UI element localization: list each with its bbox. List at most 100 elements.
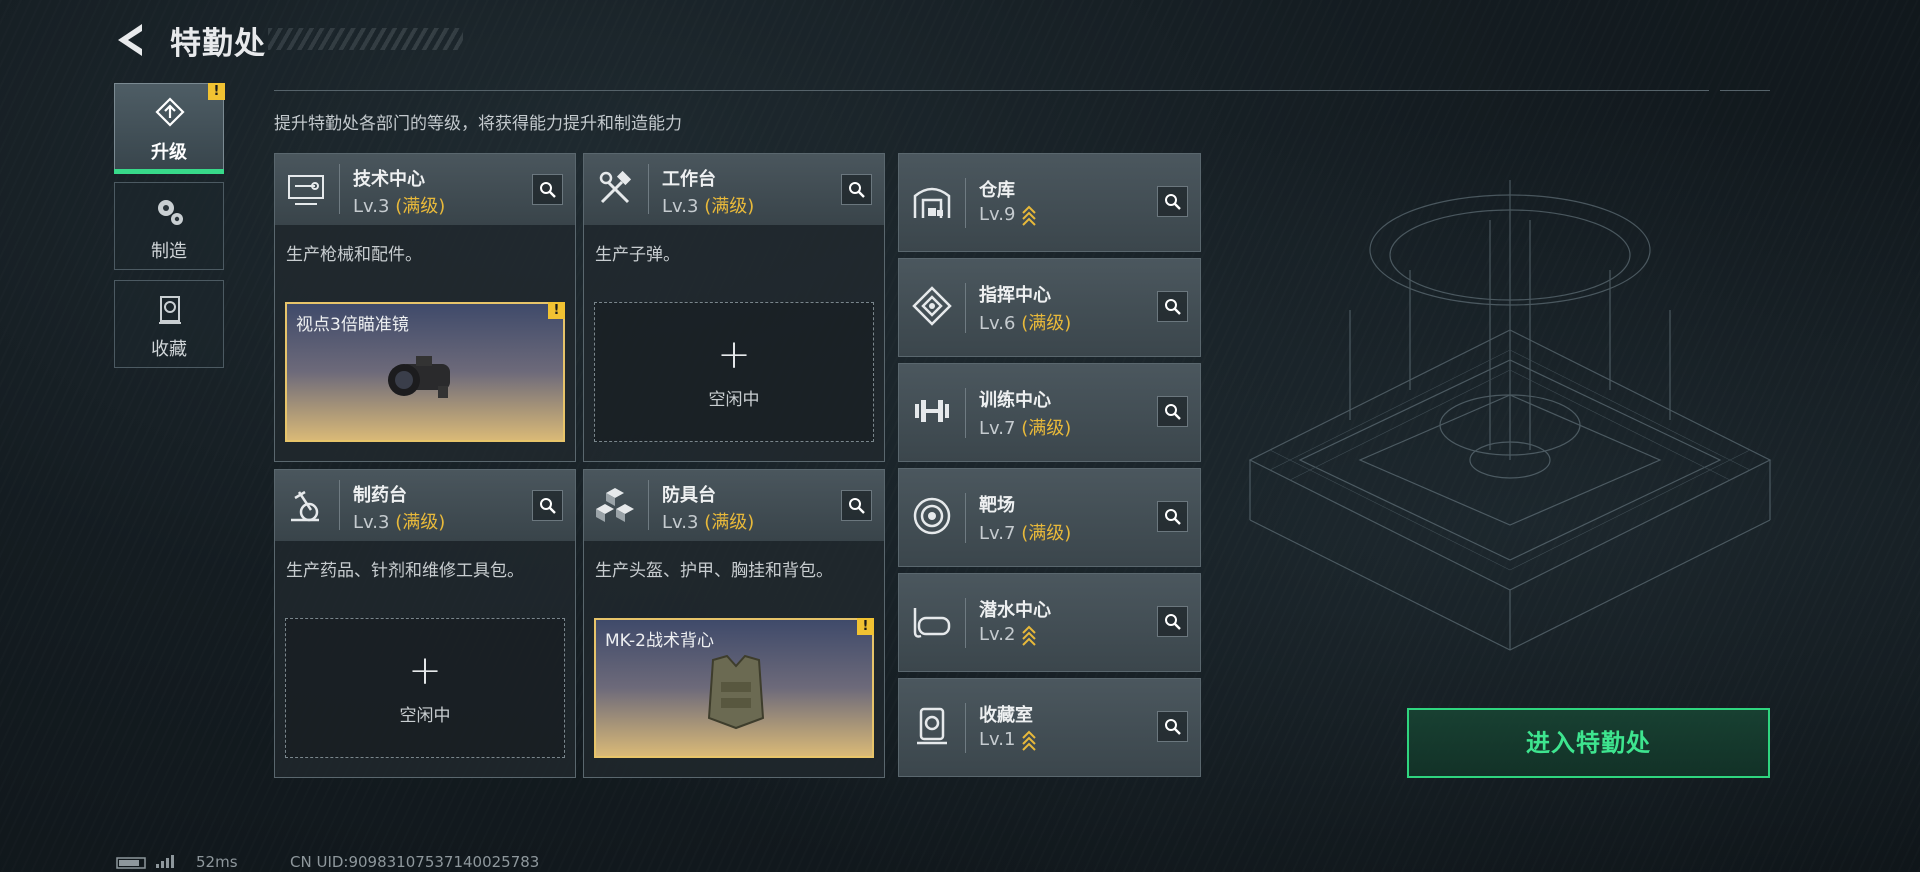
search-icon (1165, 719, 1181, 735)
search-icon (1165, 194, 1181, 210)
production-slot-idle[interactable]: + 空闲中 (285, 618, 565, 758)
card-header: 制药台 Lv.3 (满级) (275, 470, 575, 541)
inspect-button[interactable] (1157, 606, 1188, 637)
slot-alert-badge: ! (548, 302, 565, 319)
back-button[interactable] (112, 20, 152, 60)
divider (274, 90, 1709, 91)
card-header: 防具台 Lv.3 (满级) (584, 470, 884, 541)
nav-tab-upgrade[interactable]: 升级 ! (114, 83, 225, 174)
production-slot[interactable]: MK-2战术背心 ! (594, 618, 874, 758)
upgrade-available-icon (1022, 205, 1037, 226)
trophy-icon (159, 296, 181, 324)
level-value: Lv.3 (353, 512, 390, 533)
slot-status-label: 空闲中 (708, 390, 760, 410)
separator (965, 388, 966, 438)
warehouse-icon (913, 187, 951, 218)
nav-label-upgrade: 升级 (151, 142, 187, 163)
search-icon (540, 498, 556, 514)
facility-name: 指挥中心 (979, 285, 1051, 306)
title-decoration (268, 28, 463, 50)
facility-row-shooting-range[interactable]: 靶场 Lv.7 (满级) (898, 468, 1201, 567)
level-value: Lv.7 (979, 523, 1016, 544)
search-icon (1165, 509, 1181, 525)
enter-base-button[interactable]: 进入特勤处 (1407, 708, 1770, 778)
facility-row-warehouse[interactable]: 仓库 Lv.9 (898, 153, 1201, 252)
nav-tab-craft[interactable]: 制造 (114, 182, 224, 270)
level-value: Lv.1 (979, 729, 1016, 750)
facility-row-dive-center[interactable]: 潜水中心 Lv.2 (898, 573, 1201, 672)
search-icon (1165, 299, 1181, 315)
card-level: Lv.3 (满级) (662, 192, 754, 218)
inspect-button[interactable] (532, 490, 563, 521)
facility-level: Lv.7 (满级) (979, 519, 1071, 545)
level-value: Lv.3 (353, 196, 390, 217)
max-level-tag: (满级) (1021, 313, 1072, 334)
nav-tab-collection[interactable]: 收藏 (114, 280, 224, 368)
search-icon (1165, 614, 1181, 630)
collection-icon (917, 707, 947, 745)
level-value: Lv.7 (979, 418, 1016, 439)
computer-icon (288, 175, 324, 205)
facility-row-training-center[interactable]: 训练中心 Lv.7 (满级) (898, 363, 1201, 462)
card-level: Lv.3 (满级) (353, 508, 445, 534)
separator (965, 283, 966, 333)
facility-row-command-center[interactable]: 指挥中心 Lv.6 (满级) (898, 258, 1201, 357)
target-icon (913, 497, 951, 535)
inspect-button[interactable] (841, 174, 872, 205)
facility-row-collection-room[interactable]: 收藏室 Lv.1 (898, 678, 1201, 777)
inspect-button[interactable] (1157, 501, 1188, 532)
facility-name: 训练中心 (979, 390, 1051, 411)
upgrade-icon (155, 97, 185, 127)
page-subtitle: 提升特勤处各部门的等级，将获得能力提升和制造能力 (274, 114, 682, 134)
inspect-button[interactable] (1157, 291, 1188, 322)
separator (965, 598, 966, 648)
inspect-button[interactable] (532, 174, 563, 205)
card-description: 生产药品、针剂和维修工具包。 (286, 561, 524, 581)
scope-item-icon (388, 356, 450, 398)
inspect-button[interactable] (1157, 186, 1188, 217)
separator (965, 493, 966, 543)
max-level-tag: (满级) (704, 512, 755, 533)
facility-card-workbench: 工作台 Lv.3 (满级) 生产子弹。 + 空闲中 (583, 153, 885, 462)
max-level-tag: (满级) (1021, 523, 1072, 544)
max-level-tag: (满级) (395, 512, 446, 533)
card-level: Lv.3 (满级) (662, 508, 754, 534)
nav-label-craft: 制造 (151, 241, 187, 262)
slot-status-label: 空闲中 (399, 706, 451, 726)
dive-mask-icon (913, 608, 951, 638)
card-title: 技术中心 (353, 169, 425, 190)
level-value: Lv.6 (979, 313, 1016, 334)
upgrade-available-icon (1022, 625, 1037, 646)
page-title: 特勤处 (170, 26, 266, 62)
card-level: Lv.3 (满级) (353, 192, 445, 218)
facility-name: 潜水中心 (979, 600, 1051, 621)
inspect-button[interactable] (841, 490, 872, 521)
level-value: Lv.2 (979, 624, 1016, 645)
inspect-button[interactable] (1157, 396, 1188, 427)
separator (648, 480, 649, 530)
separator (648, 164, 649, 214)
card-title: 制药台 (353, 485, 407, 506)
max-level-tag: (满级) (395, 196, 446, 217)
inspect-button[interactable] (1157, 711, 1188, 742)
ping-readout: 52ms (196, 853, 238, 871)
facility-card-tech-center: 技术中心 Lv.3 (满级) 生产枪械和配件。 视点3倍瞄准镜 ! (274, 153, 576, 462)
separator (965, 703, 966, 753)
production-slot-idle[interactable]: + 空闲中 (594, 302, 874, 442)
production-slot[interactable]: 视点3倍瞄准镜 ! (285, 302, 565, 442)
search-icon (849, 498, 865, 514)
search-icon (540, 182, 556, 198)
facility-name: 收藏室 (979, 705, 1033, 726)
facility-level: Lv.2 (979, 624, 1037, 646)
cubes-icon (596, 488, 634, 522)
facility-card-pharmacy: 制药台 Lv.3 (满级) 生产药品、针剂和维修工具包。 + 空闲中 (274, 469, 576, 778)
microscope-icon (291, 490, 319, 522)
card-description: 生产枪械和配件。 (286, 245, 422, 265)
card-title: 防具台 (662, 485, 716, 506)
divider (1720, 90, 1770, 91)
facility-level: Lv.6 (满级) (979, 309, 1071, 335)
card-header: 技术中心 Lv.3 (满级) (275, 154, 575, 225)
nav-alert-badge: ! (208, 83, 225, 100)
slot-item-name: 视点3倍瞄准镜 (296, 315, 409, 335)
search-icon (849, 182, 865, 198)
